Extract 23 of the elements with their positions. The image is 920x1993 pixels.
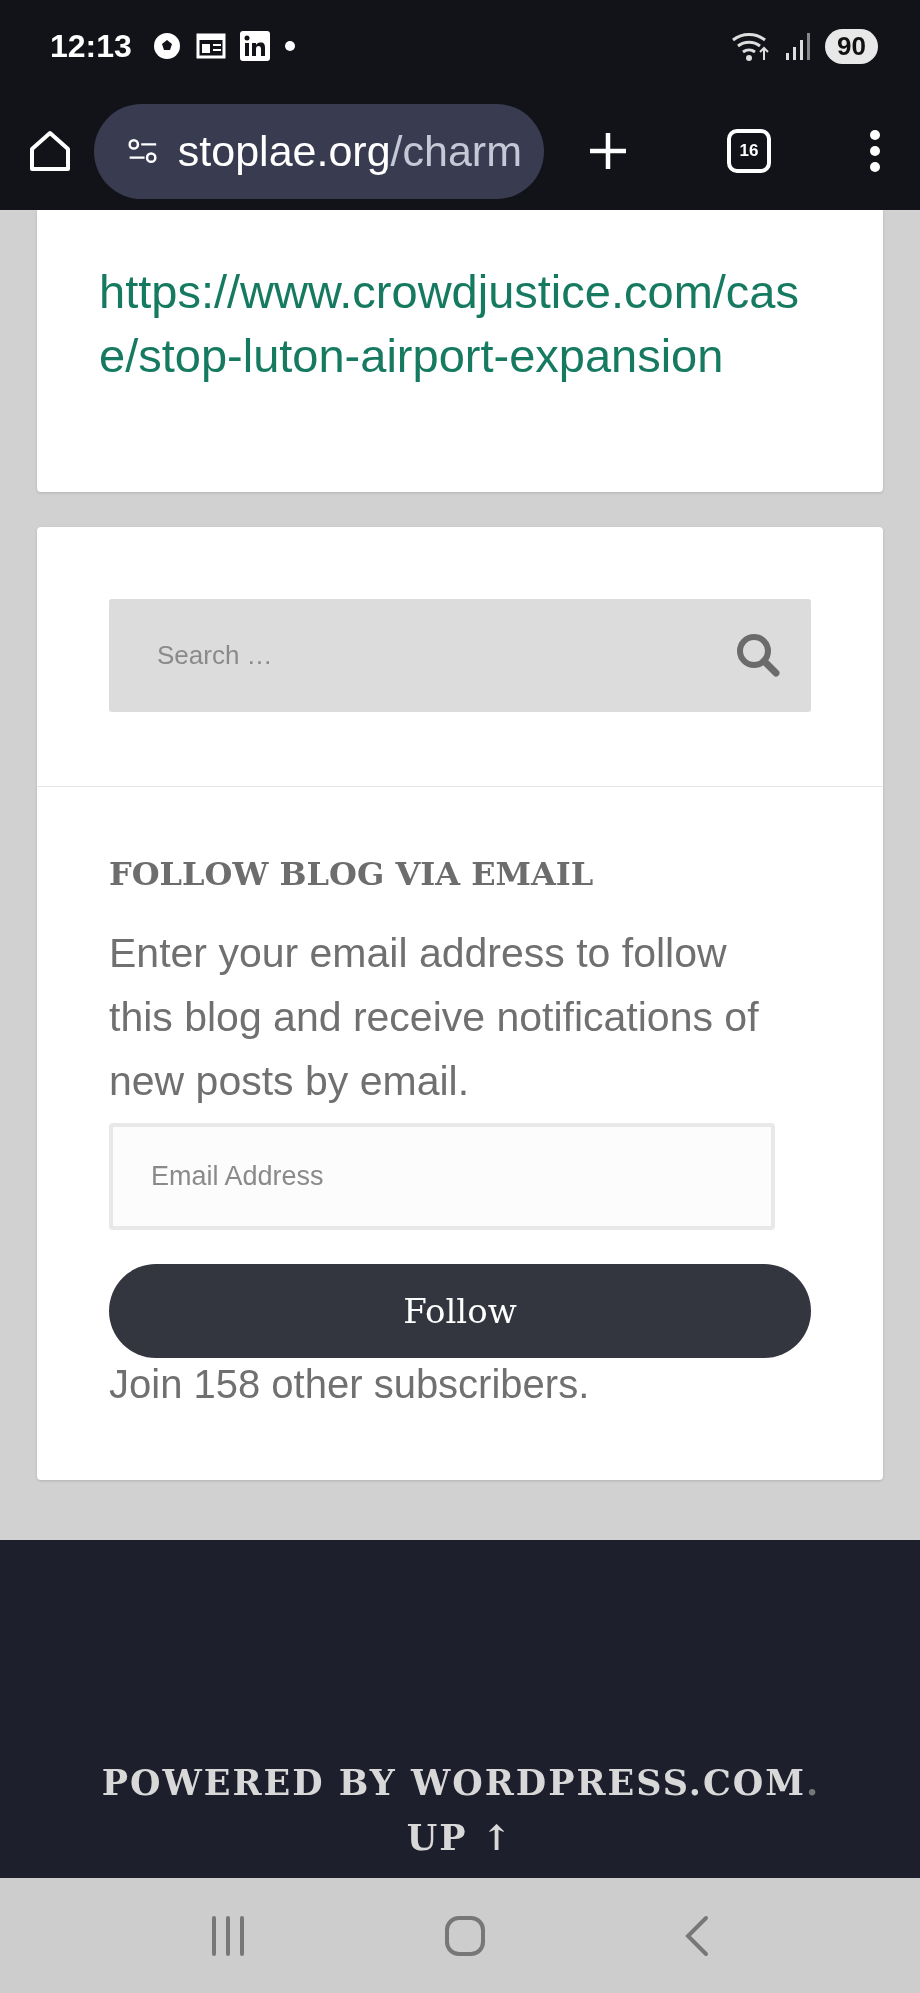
follow-button[interactable]: Follow	[109, 1264, 811, 1358]
in-square-icon	[239, 31, 270, 61]
address-bar[interactable]: stoplae.org/charm	[94, 103, 544, 199]
more-icon[interactable]	[868, 129, 882, 173]
signal-icon	[785, 31, 812, 61]
back-to-top-link[interactable]: UP ↑	[406, 1817, 514, 1858]
battery-level: 90	[825, 28, 878, 64]
email-field[interactable]: Email Address	[109, 1123, 775, 1230]
dot-icon	[283, 40, 296, 52]
follow-description: Enter your email address to follow this blog and receive notifications of new posts by email.	[109, 929, 760, 1106]
period-text: .	[806, 1762, 819, 1803]
crowdjustice-link[interactable]: https://www.crowdjustice.com/case/stop-luton-airport-expansion	[37, 210, 883, 492]
status-time: 12:13	[50, 27, 132, 65]
newspaper-icon	[195, 32, 226, 60]
ball-icon	[151, 31, 182, 61]
site-settings-icon[interactable]	[128, 136, 158, 166]
url-text: stoplae.org/charm	[177, 126, 522, 176]
home-button-icon[interactable]	[444, 1914, 486, 1957]
widget-heading: FOLLOW BLOG VIA EMAIL	[109, 855, 595, 893]
search-field[interactable]: Search …	[109, 599, 811, 712]
tab-count-button[interactable]: 16	[727, 129, 771, 173]
wordpress-link[interactable]: POWERED BY WORDPRESS.COM	[101, 1762, 807, 1803]
subscriber-count: Join 158 other subscribers.	[109, 1361, 591, 1408]
